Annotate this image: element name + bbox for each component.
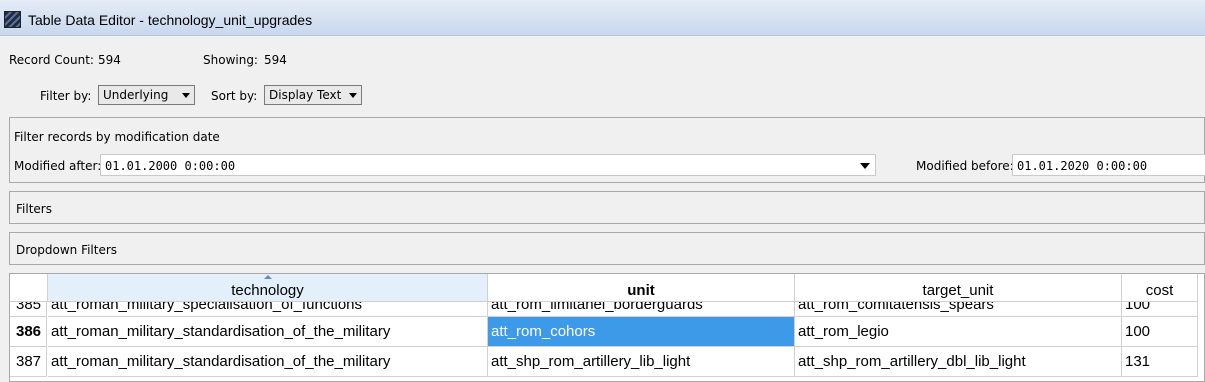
record-count-value: 594 <box>98 53 121 67</box>
modified-before-value: 01.01.2020 0:00:00 <box>1017 159 1148 173</box>
app-icon <box>4 11 21 28</box>
filter-by-dropdown[interactable]: Underlying <box>98 85 195 105</box>
sort-by-label: Sort by: <box>211 89 258 103</box>
showing-value: 594 <box>264 53 287 67</box>
chevron-down-icon <box>349 93 357 98</box>
record-count-label: Record Count: <box>9 53 94 67</box>
table-cell[interactable]: 100 <box>1122 317 1198 347</box>
table-cell[interactable]: att_shp_rom_artillery_dbl_lib_light <box>795 347 1122 377</box>
window-title: Table Data Editor - technology_unit_upgr… <box>28 12 313 28</box>
sort-by-value: Display Text <box>269 88 342 102</box>
sort-ascending-icon <box>263 275 272 279</box>
modified-after-input[interactable]: 01.01.2000 0:00:00 <box>100 154 876 176</box>
modified-before-label: Modified before: <box>916 159 1014 173</box>
row-header[interactable]: 387 <box>10 347 47 377</box>
column-header-cost[interactable]: cost <box>1122 274 1198 302</box>
column-header-technology[interactable]: technology <box>48 274 488 302</box>
dropdown-filters-label: Dropdown Filters <box>16 243 118 257</box>
filters-panel[interactable]: Filters <box>9 191 1205 224</box>
dropdown-filters-panel[interactable]: Dropdown Filters <box>9 232 1205 265</box>
chevron-down-icon <box>182 93 190 98</box>
row-header[interactable]: 385 <box>10 302 47 317</box>
date-filter-title: Filter records by modification date <box>14 130 220 144</box>
modified-after-value: 01.01.2000 0:00:00 <box>105 159 236 173</box>
table-cell[interactable]: att_roman_military_standardisation_of_th… <box>48 317 488 347</box>
modified-before-input[interactable]: 01.01.2020 0:00:00 <box>1012 154 1205 176</box>
chevron-down-icon[interactable] <box>860 163 870 169</box>
selected-table-cell[interactable]: att_rom_cohors <box>488 317 795 347</box>
filter-by-value: Underlying <box>103 88 169 102</box>
row-header[interactable]: 386 <box>10 317 47 347</box>
data-grid[interactable]: technology unit target_unit cost 385 att… <box>9 273 1205 382</box>
table-cell[interactable]: att_roman_military_standardisation_of_th… <box>48 347 488 377</box>
table-cell[interactable]: att_rom_legio <box>795 317 1122 347</box>
showing-label: Showing: <box>203 53 258 67</box>
table-cell[interactable]: att_rom_limitanei_borderguards <box>488 302 795 317</box>
grid-corner-header <box>10 274 48 302</box>
modified-after-label: Modified after: <box>14 159 102 173</box>
table-cell[interactable]: 100 <box>1122 302 1198 317</box>
table-cell[interactable]: 131 <box>1122 347 1198 377</box>
filter-by-label: Filter by: <box>40 89 92 103</box>
column-header-unit[interactable]: unit <box>488 274 795 302</box>
table-cell[interactable]: att_roman_military_specialisation_of_fun… <box>48 302 488 317</box>
date-filter-group: Filter records by modification date Modi… <box>9 117 1205 183</box>
table-cell[interactable]: att_shp_rom_artillery_lib_light <box>488 347 795 377</box>
table-cell[interactable]: att_rom_comitatensis_spears <box>795 302 1122 317</box>
sort-by-dropdown[interactable]: Display Text <box>264 85 362 105</box>
title-bar: Table Data Editor - technology_unit_upgr… <box>0 0 1205 36</box>
column-header-target-unit[interactable]: target_unit <box>795 274 1122 302</box>
filters-panel-label: Filters <box>16 202 52 216</box>
